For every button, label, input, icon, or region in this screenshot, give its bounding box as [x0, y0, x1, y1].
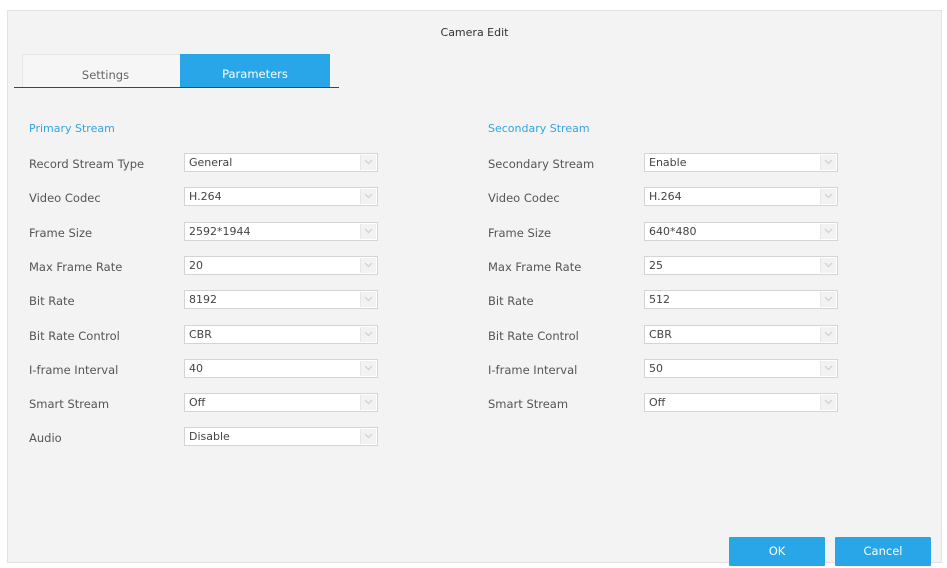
- primary-row-select-value: 40: [189, 361, 203, 375]
- chevron-down-icon[interactable]: [360, 155, 376, 170]
- primary-row-label: Video Codec: [29, 191, 101, 206]
- secondary-row-select-value: Off: [649, 396, 666, 410]
- chevron-down-icon[interactable]: [360, 257, 376, 273]
- chevron-down-icon[interactable]: [820, 189, 836, 205]
- secondary-row-select-value: 50: [649, 361, 663, 375]
- cancel-button[interactable]: Cancel: [835, 537, 931, 566]
- primary-row-select-value: Disable: [189, 430, 230, 444]
- chevron-down-icon[interactable]: [360, 429, 376, 445]
- chevron-down-icon[interactable]: [360, 189, 376, 205]
- primary-row-select-value: Off: [189, 396, 206, 410]
- secondary-row-label: Video Codec: [488, 191, 560, 206]
- primary-row-label: Record Stream Type: [29, 157, 145, 171]
- secondary-row-select[interactable]: H.264: [644, 187, 838, 207]
- secondary-stream-title: Secondary Stream: [488, 122, 590, 135]
- primary-row-select[interactable]: Disable: [184, 427, 378, 447]
- secondary-row-select-value: Enable: [649, 156, 687, 169]
- dialog-title: Camera Edit: [440, 26, 509, 39]
- primary-stream-title: Primary Stream: [29, 122, 115, 135]
- chevron-down-icon[interactable]: [820, 360, 836, 376]
- secondary-row-select[interactable]: 50: [644, 358, 838, 378]
- ok-button[interactable]: OK: [729, 537, 825, 566]
- primary-row-label: Bit Rate Control: [29, 328, 120, 343]
- primary-row-select[interactable]: 8192: [184, 290, 378, 310]
- secondary-row-select[interactable]: Off: [644, 393, 838, 413]
- primary-row-select-value: 20: [189, 258, 203, 272]
- secondary-row-select-value: CBR: [649, 327, 672, 341]
- secondary-row-label: Smart Stream: [488, 397, 569, 412]
- secondary-row-select[interactable]: CBR: [644, 324, 838, 344]
- primary-row-select[interactable]: 40: [184, 358, 378, 378]
- primary-row-label: Bit Rate: [29, 294, 75, 309]
- secondary-row-select[interactable]: 25: [644, 255, 838, 275]
- chevron-down-icon[interactable]: [820, 223, 836, 239]
- secondary-row-label: Max Frame Rate: [488, 259, 582, 274]
- chevron-down-icon[interactable]: [360, 360, 376, 376]
- primary-row-label: Audio: [29, 431, 62, 446]
- chevron-down-icon[interactable]: [820, 326, 836, 342]
- secondary-row-label: Secondary Stream: [488, 157, 595, 171]
- primary-row-select[interactable]: General: [184, 153, 378, 172]
- primary-row-select[interactable]: 2592*1944: [184, 221, 378, 241]
- chevron-down-icon[interactable]: [820, 292, 836, 308]
- secondary-row-label: Bit Rate Control: [488, 328, 579, 343]
- primary-row-select-value: H.264: [189, 190, 222, 204]
- primary-row-select[interactable]: CBR: [184, 324, 378, 344]
- tab-parameters[interactable]: Parameters: [180, 54, 330, 87]
- primary-row-select-value: General: [189, 156, 233, 169]
- chevron-down-icon[interactable]: [360, 395, 376, 411]
- secondary-row-label: I-frame Interval: [488, 362, 578, 377]
- primary-row-label: Smart Stream: [29, 397, 110, 412]
- secondary-row-select-value: 512: [649, 293, 670, 307]
- chevron-down-icon[interactable]: [820, 395, 836, 411]
- primary-row-select-value: CBR: [189, 327, 212, 341]
- chevron-down-icon[interactable]: [820, 257, 836, 273]
- primary-row-select[interactable]: 20: [184, 255, 378, 275]
- primary-row-label: Max Frame Rate: [29, 259, 123, 274]
- secondary-row-label: Frame Size: [488, 225, 552, 240]
- secondary-row-select[interactable]: Enable: [644, 153, 838, 172]
- secondary-row-select[interactable]: 640*480: [644, 221, 838, 241]
- chevron-down-icon[interactable]: [360, 223, 376, 239]
- tab-underline: [14, 87, 339, 88]
- chevron-down-icon[interactable]: [820, 155, 836, 170]
- secondary-row-select-value: 25: [649, 258, 663, 272]
- chevron-down-icon[interactable]: [360, 292, 376, 308]
- secondary-row-label: Bit Rate: [488, 294, 534, 309]
- primary-row-select-value: 2592*1944: [189, 224, 251, 238]
- secondary-row-select-value: H.264: [649, 190, 682, 204]
- primary-row-label: Frame Size: [29, 225, 93, 240]
- chevron-down-icon[interactable]: [360, 326, 376, 342]
- primary-row-select[interactable]: Off: [184, 393, 378, 413]
- primary-row-select[interactable]: H.264: [184, 187, 378, 207]
- primary-row-label: I-frame Interval: [29, 362, 119, 377]
- tab-settings[interactable]: Settings: [22, 54, 189, 88]
- secondary-row-select-value: 640*480: [649, 224, 697, 238]
- secondary-row-select[interactable]: 512: [644, 290, 838, 310]
- camera-edit-dialog: Camera Edit Settings Parameters Primary …: [7, 10, 942, 566]
- primary-row-select-value: 8192: [189, 293, 217, 307]
